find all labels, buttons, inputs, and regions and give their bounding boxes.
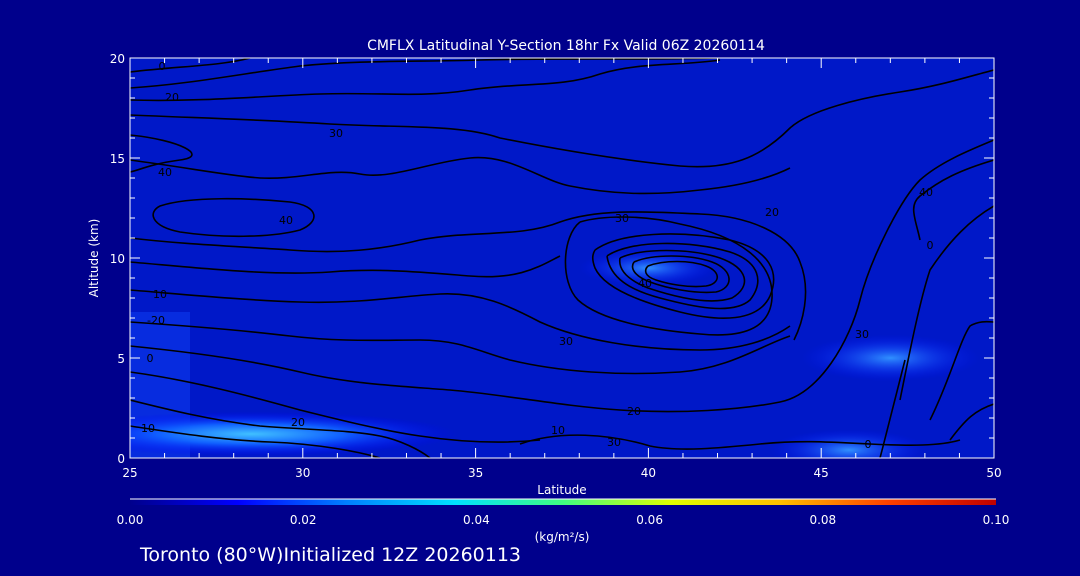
colorbar-unit-label: (kg/m²/s) — [535, 530, 590, 544]
contour-label: 0 — [147, 352, 154, 365]
y-tick-label: 20 — [110, 52, 125, 66]
contour-label: 40 — [158, 166, 172, 179]
contour-label: 30 — [607, 436, 621, 449]
contour-label: 0 — [927, 239, 934, 252]
contour-label: 40 — [279, 214, 293, 227]
flux-maximum — [801, 334, 980, 382]
y-axis-label: Altitude (km) — [87, 219, 101, 298]
y-tick-label: 10 — [110, 252, 125, 266]
contour-label: 30 — [855, 328, 869, 341]
contour-label: 40 — [638, 277, 652, 290]
contour-label: 40 — [919, 186, 933, 199]
colorbar-tick-label: 0.10 — [983, 513, 1010, 527]
colorbar-ticks: 0.00 0.02 0.04 0.06 0.08 0.10 — [117, 513, 1010, 527]
contour-label: 30 — [615, 212, 629, 225]
colorbar-tick-label: 0.02 — [290, 513, 317, 527]
plot-area — [130, 58, 994, 458]
x-tick-label: 45 — [814, 466, 829, 480]
contour-label: 10 — [153, 288, 167, 301]
contour-label: 0 — [865, 438, 872, 451]
y-tick-label: 5 — [117, 352, 125, 366]
x-tick-label: 35 — [468, 466, 483, 480]
y-tick-label: 0 — [117, 452, 125, 466]
contour-label: 30 — [559, 335, 573, 348]
x-axis-label: Latitude — [537, 483, 586, 497]
x-tick-label: 50 — [986, 466, 1001, 480]
contour-label: 10 — [141, 422, 155, 435]
chart-title: CMFLX Latitudinal Y-Section 18hr Fx Vali… — [367, 38, 765, 54]
contour-label: 20 — [627, 405, 641, 418]
colorbar-tick-label: 0.06 — [636, 513, 663, 527]
colorbar-tick-label: 0.04 — [463, 513, 490, 527]
footer-text: Toronto (80°W)Initialized 12Z 20260113 — [139, 544, 521, 566]
colorbar-tick-label: 0.08 — [809, 513, 836, 527]
colorbar — [130, 499, 996, 505]
contour-label: 20 — [765, 206, 779, 219]
flux-maximum — [130, 411, 458, 457]
x-tick-label: 40 — [641, 466, 656, 480]
x-tick-label: 25 — [122, 466, 137, 480]
flux-maximum — [769, 429, 928, 458]
contour-label: 30 — [329, 127, 343, 140]
contour-label: 20 — [165, 91, 179, 104]
contour-label: -20 — [147, 314, 165, 327]
y-tick-label: 15 — [110, 152, 125, 166]
x-tick-label: 30 — [295, 466, 310, 480]
chart-svg: 020304040 30 2010-20040302010002010304030 … — [87, 38, 1010, 566]
colorbar-tick-label: 0.00 — [117, 513, 144, 527]
contour-label: 20 — [291, 416, 305, 429]
contour-label: 10 — [551, 424, 565, 437]
